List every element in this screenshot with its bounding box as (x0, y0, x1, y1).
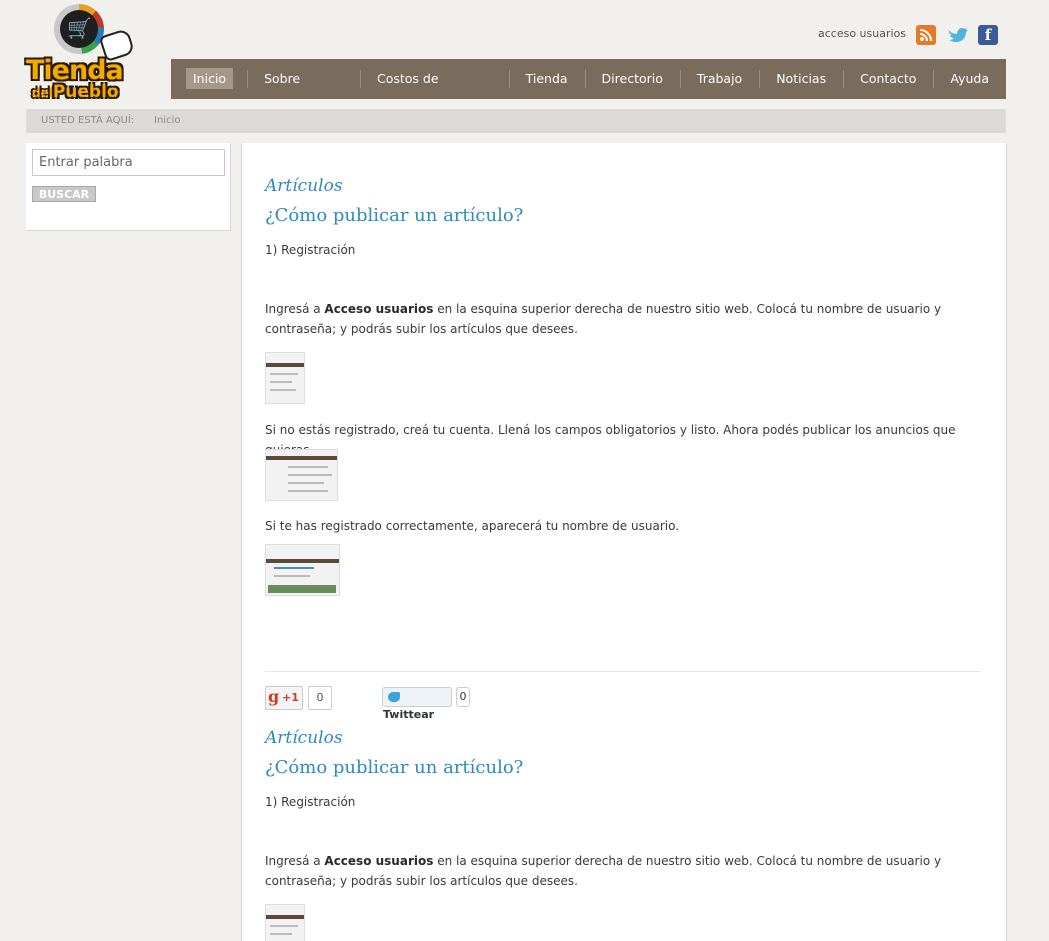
rss-icon[interactable] (916, 25, 936, 45)
nav-item-noticias[interactable]: Noticias (759, 59, 843, 99)
nav-item-contacto[interactable]: Contacto (843, 59, 933, 99)
breadcrumb-current[interactable]: Inicio (154, 109, 180, 133)
article-category[interactable]: Artículos (265, 728, 985, 748)
screenshot-thumbnail[interactable] (265, 544, 340, 596)
search-input[interactable] (32, 149, 225, 176)
cart-icon: 🛒 (67, 16, 92, 40)
search-button[interactable]: BUSCAR (32, 186, 96, 202)
logo-text-del-pueblo: delPueblo (32, 82, 119, 102)
facebook-icon[interactable]: f (978, 25, 998, 45)
screenshot-thumbnail[interactable] (265, 449, 338, 501)
divider (265, 671, 981, 672)
screenshot-thumbnail[interactable] (265, 904, 305, 941)
nav-item-inicio[interactable]: Inicio (171, 59, 247, 99)
nav-item-directorio[interactable]: Directorio (584, 59, 680, 99)
article-paragraph: Ingresá a Acceso usuarios en la esquina … (265, 302, 942, 336)
nav-item-tienda[interactable]: Tienda (508, 59, 585, 99)
article-title[interactable]: ¿Cómo publicar un artículo? (265, 205, 985, 226)
breadcrumb: USTED ESTÁ AQUÍ: Inicio (26, 109, 1006, 133)
google-plus-icon: g (268, 687, 280, 706)
twitter-bird-icon (388, 692, 400, 702)
article-category[interactable]: Artículos (265, 176, 985, 196)
main-nav: Inicio Sobre nosotros Costos de Publicac… (171, 59, 1006, 126)
nav-item-ayuda[interactable]: Ayuda (933, 59, 1006, 99)
article-paragraph: Si no estás registrado, creá tu cuenta. … (265, 423, 956, 457)
article-title[interactable]: ¿Cómo publicar un artículo? (265, 757, 985, 778)
access-users-link[interactable]: acceso usuarios (818, 27, 906, 40)
article: Artículos ¿Cómo publicar un artículo? 1)… (265, 176, 985, 596)
nav-item-sobre-nosotros[interactable]: Sobre nosotros (247, 59, 360, 126)
main-content: Artículos ¿Cómo publicar un artículo? 1)… (241, 143, 1007, 941)
nav-item-costos[interactable]: Costos de Publicación (360, 59, 509, 126)
tweet-button[interactable]: Twittear (382, 687, 452, 721)
site-logo[interactable]: 🛒 Tienda delPueblo (24, 4, 136, 106)
article-paragraph: Si te has registrado correctamente, apar… (265, 519, 680, 533)
screenshot-thumbnail[interactable] (265, 352, 305, 404)
tweet-count: 0 (456, 687, 470, 707)
article: Artículos ¿Cómo publicar un artículo? 1)… (265, 728, 985, 941)
breadcrumb-label: USTED ESTÁ AQUÍ: (41, 115, 135, 126)
twitter-icon[interactable] (946, 25, 968, 45)
article-paragraph: Ingresá a Acceso usuarios en la esquina … (265, 854, 942, 888)
article-step: 1) Registración (265, 243, 356, 257)
google-plus-count: 0 (308, 686, 332, 710)
nav-item-trabajo[interactable]: Trabajo (679, 59, 759, 99)
sidebar-search: BUSCAR (26, 143, 231, 231)
article-step: 1) Registración (265, 795, 356, 809)
google-plus-button[interactable]: g +1 (265, 686, 303, 710)
